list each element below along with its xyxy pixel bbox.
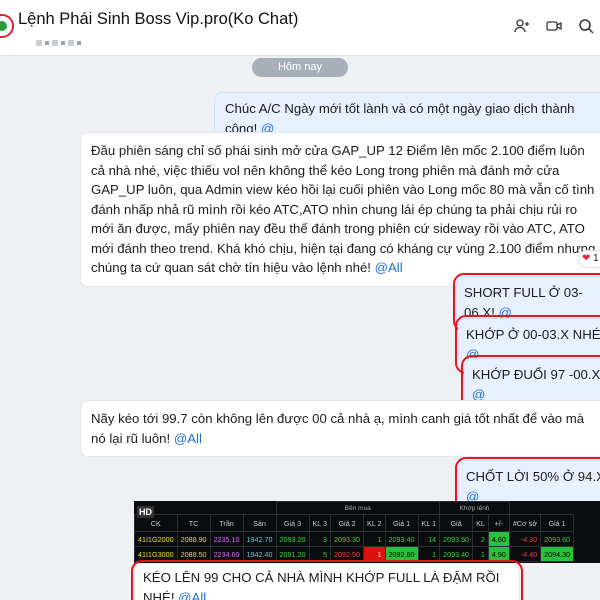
col-header: Giá 1 bbox=[540, 514, 575, 532]
cell: 1 bbox=[363, 546, 386, 562]
group-title[interactable]: Lệnh Phái Sinh Boss Vip.pro(Ko Chat) bbox=[18, 10, 298, 29]
cell: 1942.70 bbox=[242, 531, 277, 547]
cell: 2235.10 bbox=[209, 531, 244, 547]
table-row: 41I1G3000 2088.50 2234.60 1942.40 2091.2… bbox=[134, 546, 575, 562]
cell-symbol: 41I1G2000 bbox=[134, 531, 178, 547]
price-board-image[interactable]: Bên mua Khớp lệnh CK TC Trần Sàn Giá 3 K… bbox=[134, 501, 600, 563]
message-text: KHỚP ĐUỔI 97 -00.X! bbox=[472, 367, 600, 382]
mention[interactable]: @All bbox=[375, 260, 403, 275]
cell: 2093.40 bbox=[384, 531, 419, 547]
message-text: Chúc A/C Ngày mới tốt lành và có một ngà… bbox=[225, 101, 575, 136]
message-bubble[interactable]: Đầu phiên sáng chỉ số phái sinh mở cửa G… bbox=[80, 132, 600, 287]
cell: 1 bbox=[417, 546, 441, 562]
col-header: KL bbox=[472, 514, 489, 532]
cell: -4.30 bbox=[508, 531, 542, 547]
cell: 1 bbox=[363, 531, 386, 547]
mention[interactable]: @All bbox=[174, 431, 202, 446]
cell: 2094.30 bbox=[540, 546, 575, 562]
video-call-icon[interactable] bbox=[546, 18, 562, 34]
col-header: Trần bbox=[209, 514, 244, 532]
group-avatar[interactable] bbox=[0, 14, 14, 38]
cell: 1942.40 bbox=[242, 546, 277, 562]
cell: 2093.60 bbox=[540, 531, 575, 547]
mention[interactable]: @All bbox=[178, 590, 206, 600]
cell-symbol: 41I1G3000 bbox=[134, 546, 178, 562]
col-header: Giá bbox=[439, 514, 474, 532]
cell: 3 bbox=[308, 531, 332, 547]
date-separator: Hôm nay bbox=[252, 58, 348, 77]
search-icon[interactable] bbox=[578, 18, 594, 34]
cell: 2091.20 bbox=[275, 546, 310, 562]
message-text: Nãy kéo tới 99.7 còn không lên được 00 c… bbox=[91, 411, 585, 446]
message-text: KHỚP Ở 00-03.X NHÉ! bbox=[466, 327, 600, 342]
message-text: SHORT FULL Ở 03-06.X! bbox=[464, 285, 583, 320]
message-bubble[interactable]: KÉO LÊN 99 CHO CẢ NHÀ MÌNH KHỚP FULL LÀ … bbox=[131, 560, 523, 600]
hd-badge: HD bbox=[137, 506, 154, 518]
cell: 2093.50 bbox=[439, 531, 474, 547]
message-text: CHỐT LỜI 50% Ở 94.X! bbox=[466, 469, 600, 484]
cell: 2093.30 bbox=[330, 531, 365, 547]
chat-header: Lệnh Phái Sinh Boss Vip.pro(Ko Chat) bbox=[0, 0, 600, 56]
add-member-icon[interactable] bbox=[514, 18, 530, 34]
cell: 4.90 bbox=[487, 546, 510, 562]
group-header-matched: Khớp lệnh bbox=[439, 501, 510, 515]
col-header: KL 2 bbox=[363, 514, 386, 532]
cell: 4.60 bbox=[487, 531, 510, 547]
cell: 2093.40 bbox=[439, 546, 474, 562]
cell: -4.40 bbox=[508, 546, 542, 562]
cell: 2092.50 bbox=[330, 546, 365, 562]
message-text: Đầu phiên sáng chỉ số phái sinh mở cửa G… bbox=[91, 143, 596, 275]
table-row: 41I1G2000 2088.90 2235.10 1942.70 2093.2… bbox=[134, 531, 575, 547]
cell: 2088.50 bbox=[176, 546, 211, 562]
col-header: Giá 1 bbox=[384, 514, 419, 532]
col-header: KL 3 bbox=[308, 514, 332, 532]
col-header: Giá 3 bbox=[275, 514, 310, 532]
price-board-table: Bên mua Khớp lệnh CK TC Trần Sàn Giá 3 K… bbox=[134, 501, 575, 562]
cell: 2092.60 bbox=[384, 546, 419, 562]
cell: 14 bbox=[417, 531, 441, 547]
group-header-buy: Bên mua bbox=[275, 501, 441, 515]
reaction-count: 1 bbox=[593, 253, 599, 264]
col-header: Giá 2 bbox=[330, 514, 365, 532]
col-header: #Cơ sở bbox=[508, 514, 542, 532]
heart-icon: ❤ bbox=[582, 253, 591, 264]
col-header: KL 1 bbox=[417, 514, 441, 532]
cell: 2088.90 bbox=[176, 531, 211, 547]
col-header: TC bbox=[176, 514, 211, 532]
message-bubble[interactable]: Nãy kéo tới 99.7 còn không lên được 00 c… bbox=[80, 400, 600, 457]
col-header: Sàn bbox=[242, 514, 277, 532]
header-actions bbox=[514, 18, 594, 34]
cell: 2 bbox=[472, 531, 489, 547]
cell: 2234.60 bbox=[209, 546, 244, 562]
col-header: +/- bbox=[487, 514, 510, 532]
group-subtitle-blurred bbox=[36, 34, 116, 48]
cell: 2093.20 bbox=[275, 531, 310, 547]
reaction-badge[interactable]: ❤ 1 bbox=[578, 250, 600, 268]
cell: 5 bbox=[308, 546, 332, 562]
cell: 1 bbox=[472, 546, 489, 562]
